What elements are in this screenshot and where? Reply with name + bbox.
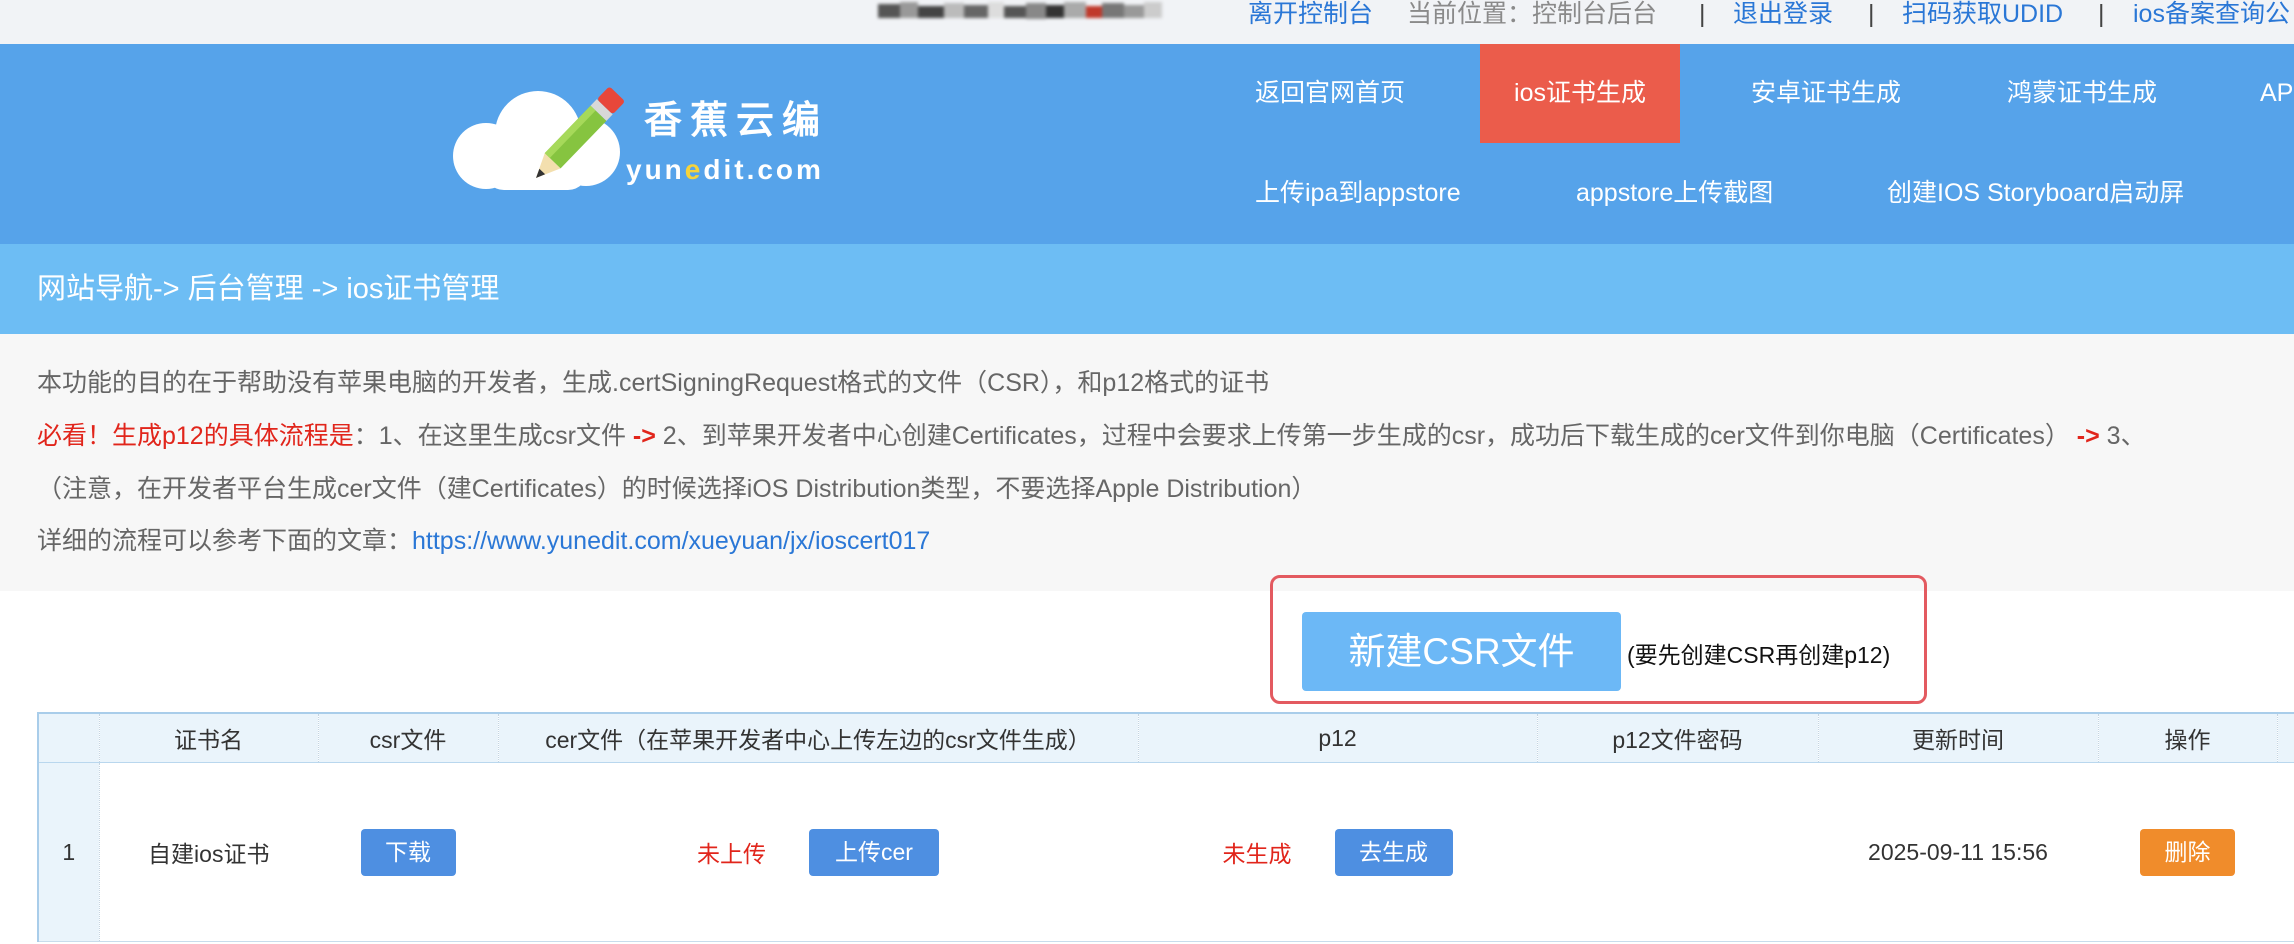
nav-android-cert[interactable]: 安卓证书生成 [1751,44,1901,143]
beian-query-link[interactable]: ios备案查询公 [2133,0,2294,28]
logo-domain-part: yun [626,154,685,185]
intro-detail-line: 详细的流程可以参考下面的文章： https://www.yunedit.com/… [37,523,2294,559]
topbar-separator: | [1699,0,1706,28]
breadcrumb-bar: 网站导航-> 后台管理 -> ios证书管理 [0,244,2294,334]
intro-purpose-line: 本功能的目的在于帮助没有苹果电脑的开发者，生成.certSigningReque… [37,365,2294,401]
cert-name-cell: 自建ios证书 [99,762,318,942]
logo-domain-part: dit.com [703,154,824,185]
header-cer-file: cer文件（在苹果开发者中心上传左边的csr文件生成） [498,712,1139,763]
generate-p12-button[interactable]: 去生成 [1334,828,1453,876]
intro-panel: 本功能的目的在于帮助没有苹果电脑的开发者，生成.certSigningReque… [0,334,2294,591]
step-arrow: -> [632,422,656,450]
truncated-cell [2277,762,2294,942]
logo-name: 香蕉云编 [644,100,829,142]
download-csr-button[interactable]: 下载 [360,828,456,876]
header-p12-password: p12文件密码 [1537,712,1819,763]
step-1-text: ：1、在这里生成csr文件 [353,422,633,450]
detail-article-link[interactable]: https://www.yunedit.com/xueyuan/jx/iosce… [412,523,930,559]
cer-file-cell: 未上传 上传cer [498,762,1138,942]
current-location-label: 当前位置：控制台后台 [1407,0,1658,28]
header-updated-time: 更新时间 [1818,712,2099,763]
header-p12: p12 [1138,712,1538,763]
csr-file-cell: 下载 [318,762,498,942]
intro-steps-line: 必看！生成p12的具体流程是 ：1、在这里生成csr文件 -> 2、到苹果开发者… [37,418,2294,454]
must-read-label: 必看！生成p12的具体流程是 [37,422,354,450]
leave-console-link[interactable]: 离开控制台 [1248,0,1373,28]
site-header: 香蕉云编 yunedit.com 返回官网首页 ios证书生成 安卓证书生成 鸿… [0,44,2294,244]
scan-udid-link[interactable]: 扫码获取UDID [1902,0,2063,28]
p12-status: 未生成 [1222,841,1292,867]
create-csr-button[interactable]: 新建CSR文件 [1302,612,1621,691]
nav-ios-cert[interactable]: ios证书生成 [1480,44,1680,143]
nav-harmony-cert[interactable]: 鸿蒙证书生成 [2007,44,2157,143]
nav-upload-ipa[interactable]: 上传ipa到appstore [1255,168,1461,218]
updated-time-cell: 2025-09-11 15:56 [1818,762,2098,942]
p12-group: 未生成 去生成 [1138,828,1537,876]
redacted-username [878,0,1170,28]
table-row: 1 自建ios证书 下载 未上传 上传cer 未生成 去生成 2025-09-1… [37,762,2294,942]
row-index: 1 [37,762,100,942]
step-2-text: 2、到苹果开发者中心创建Certificates，过程中会要求上传第一步生成的c… [655,422,2077,450]
step-3-text: 3、 [2099,422,2146,450]
detail-label: 详细的流程可以参考下面的文章： [37,527,413,555]
cer-file-group: 未上传 上传cer [498,828,1138,876]
table-header-row: 证书名 csr文件 cer文件（在苹果开发者中心上传左边的csr文件生成） p1… [37,712,2294,763]
step-arrow: -> [2076,422,2100,450]
nav-storyboard-launch[interactable]: 创建IOS Storyboard启动屏 [1887,168,2184,218]
logo-domain: yunedit.com [626,152,824,188]
upload-cer-button[interactable]: 上传cer [809,828,939,876]
header-actions: 操作 [2098,712,2278,763]
topbar-separator: | [2098,0,2105,28]
redacted-username-blur [878,2,1162,19]
intro-note-line: （注意，在开发者平台生成cer文件（建Certificates）的时候选择iOS… [37,471,2294,507]
nav-ap-truncated[interactable]: AP [2260,44,2294,143]
p12-cell: 未生成 去生成 [1138,762,1537,942]
nav-home[interactable]: 返回官网首页 [1255,44,1405,143]
header-cert-name: 证书名 [99,712,319,763]
cer-status: 未上传 [697,841,766,867]
cloud-pencil-icon [453,87,624,190]
site-logo[interactable]: 香蕉云编 yunedit.com [446,86,846,201]
header-truncated-column [2277,712,2294,763]
breadcrumb: 网站导航-> 后台管理 -> ios证书管理 [37,273,500,305]
delete-button[interactable]: 删除 [2140,828,2235,876]
header-csr-file: csr文件 [318,712,499,763]
logo-domain-accent: e [684,154,704,185]
logout-link[interactable]: 退出登录 [1733,0,1833,28]
intro-purpose-text: 本功能的目的在于帮助没有苹果电脑的开发者，生成.certSigningReque… [37,369,1270,397]
p12-password-cell [1537,762,1818,942]
actions-cell: 删除 [2098,762,2277,942]
certificate-table-wrap: 证书名 csr文件 cer文件（在苹果开发者中心上传左边的csr文件生成） p1… [37,712,2294,944]
create-csr-hint: (要先创建CSR再创建p12) [1627,642,1891,668]
top-bar: 离开控制台 当前位置：控制台后台 | 退出登录 | 扫码获取UDID | ios… [0,0,2294,44]
intro-note-text: （注意，在开发者平台生成cer文件（建Certificates）的时候选择iOS… [37,475,1317,503]
topbar-separator: | [1868,0,1875,28]
nav-appstore-screenshots[interactable]: appstore上传截图 [1576,168,1773,218]
certificate-table: 证书名 csr文件 cer文件（在苹果开发者中心上传左边的csr文件生成） p1… [37,712,2294,942]
header-index [37,712,100,763]
